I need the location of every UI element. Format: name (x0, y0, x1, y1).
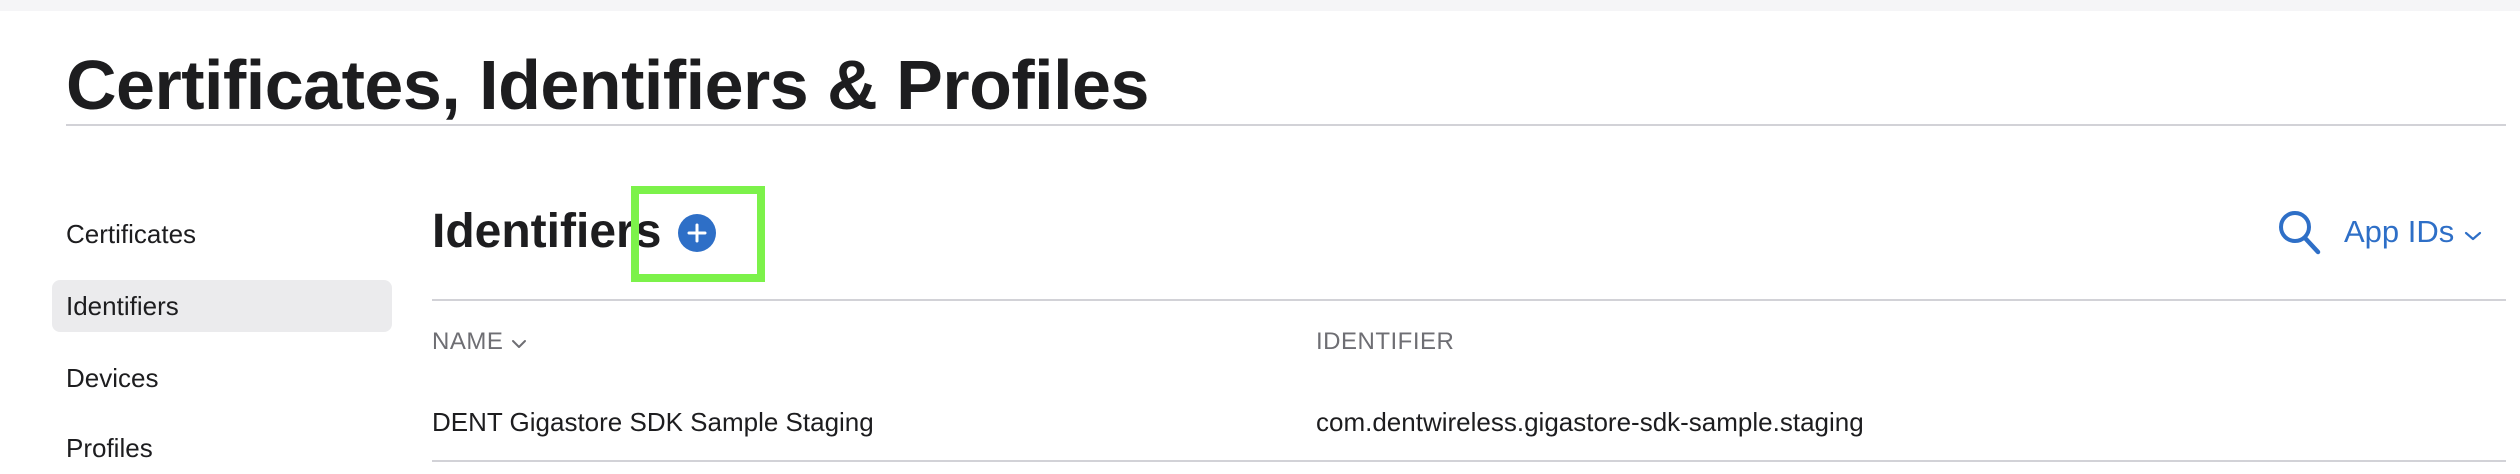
table-top-divider (432, 299, 2506, 301)
column-header-label: IDENTIFIER (1316, 328, 1455, 355)
search-icon (2279, 211, 2321, 255)
search-button[interactable] (2276, 208, 2322, 256)
sidebar-item-profiles[interactable]: Profiles (52, 422, 392, 474)
table-row[interactable]: DENT Gigastore SDK Sample Staging com.de… (432, 396, 2506, 462)
title-divider (66, 124, 2506, 126)
sidebar-item-identifiers[interactable]: Identifiers (52, 280, 392, 332)
sidebar-item-label: Certificates (66, 219, 197, 249)
column-header-name[interactable]: NAME (432, 326, 527, 358)
sort-chevron-icon (511, 326, 527, 358)
sidebar-item-label: Profiles (66, 433, 153, 463)
sidebar-item-label: Identifiers (66, 291, 179, 321)
app-ids-filter-select[interactable]: App IDs (2344, 210, 2482, 254)
top-strip (0, 0, 2520, 11)
section-title: Identifiers (432, 205, 662, 258)
plus-circle-icon (687, 223, 707, 243)
sidebar-item-label: Devices (66, 363, 159, 393)
chevron-down-icon (2464, 210, 2482, 254)
add-identifier-button[interactable] (678, 214, 716, 252)
column-header-identifier: IDENTIFIER (1316, 326, 1454, 358)
sidebar-item-devices[interactable]: Devices (52, 352, 392, 404)
column-header-label: NAME (432, 328, 504, 355)
row-name-cell: DENT Gigastore SDK Sample Staging (432, 407, 874, 437)
sidebar-item-certificates[interactable]: Certificates (52, 208, 392, 260)
filter-selected-value: App IDs (2344, 214, 2455, 249)
row-identifier-cell: com.dentwireless.gigastore-sdk-sample.st… (1316, 407, 1864, 437)
page-title: Certificates, Identifiers & Profiles (66, 46, 1149, 124)
